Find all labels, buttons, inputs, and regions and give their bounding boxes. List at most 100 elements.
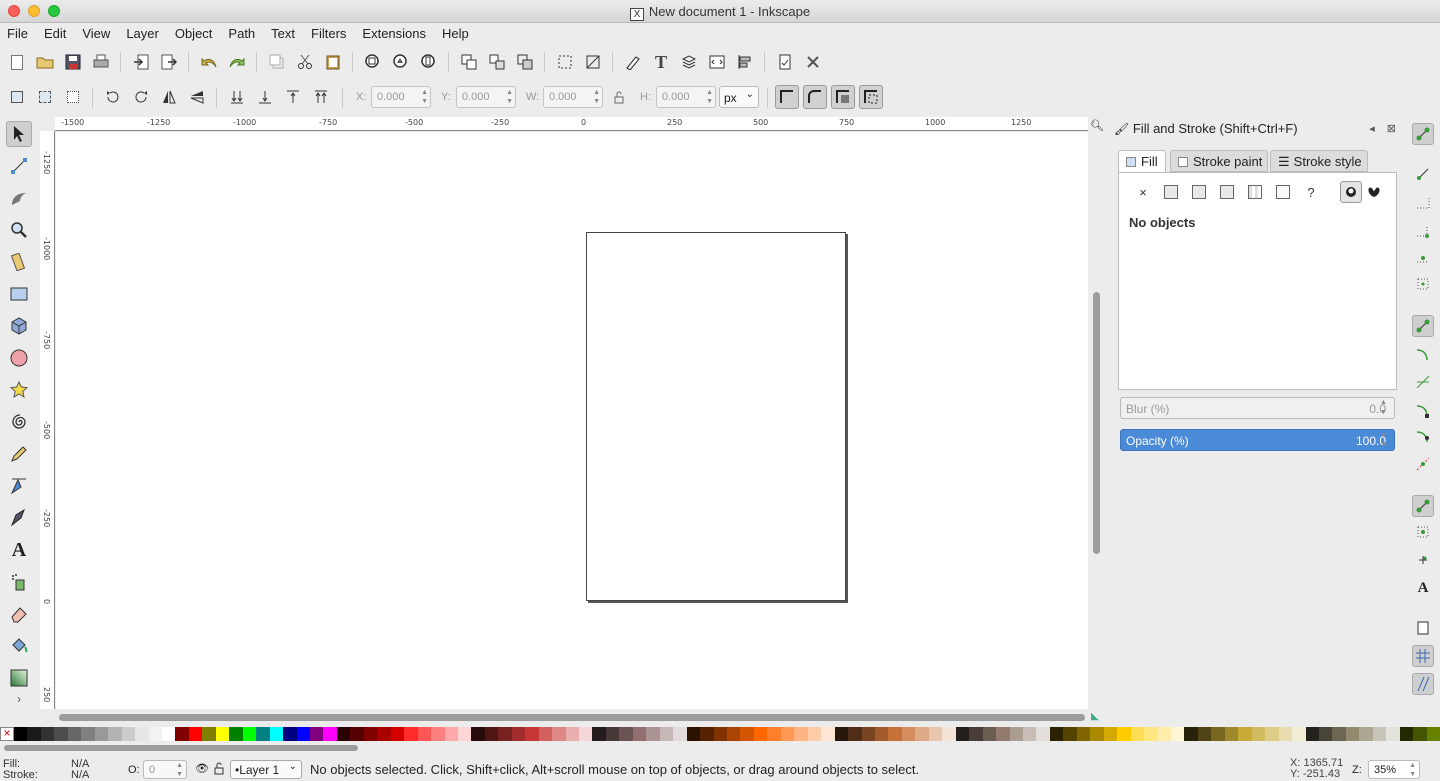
menu-edit[interactable]: Edit <box>36 23 74 41</box>
palette-swatch[interactable] <box>1224 727 1239 741</box>
snap-text-baseline-icon[interactable]: A <box>1412 577 1434 599</box>
palette-swatch[interactable] <box>1184 727 1198 741</box>
w-input[interactable]: 0.000 ▲ ▼ <box>543 86 603 108</box>
palette-swatch[interactable] <box>901 727 916 741</box>
palette-swatch[interactable] <box>350 727 364 741</box>
pencil-tool-icon[interactable] <box>6 441 32 467</box>
palette-swatch[interactable] <box>1345 727 1360 741</box>
palette-swatch[interactable] <box>269 727 284 741</box>
ellipse-tool-icon[interactable] <box>6 345 32 371</box>
palette-swatch[interactable] <box>767 727 781 741</box>
palette-swatch[interactable] <box>256 727 270 741</box>
palette-swatch[interactable] <box>525 727 539 741</box>
palette-swatch[interactable] <box>1130 727 1145 741</box>
palette-swatch[interactable] <box>175 727 189 741</box>
snap-object-centers-icon[interactable] <box>1412 521 1434 543</box>
palette-swatch[interactable] <box>431 727 445 741</box>
paste-icon[interactable] <box>322 51 344 73</box>
palette-swatch[interactable] <box>821 727 835 741</box>
pen-tool-icon[interactable] <box>6 473 32 499</box>
zoom-input[interactable]: 35% ▲ ▼ <box>1368 760 1420 779</box>
palette-swatch[interactable] <box>1332 727 1346 741</box>
palette-swatch[interactable] <box>188 727 203 741</box>
opacity-input[interactable]: 0 ▲ ▼ <box>143 760 187 779</box>
menu-file[interactable]: File <box>0 23 36 41</box>
palette-swatch[interactable] <box>1157 727 1171 741</box>
transform-gradients-toggle[interactable] <box>831 85 855 109</box>
palette-swatch[interactable] <box>471 727 485 741</box>
menu-extensions[interactable]: Extensions <box>354 23 434 41</box>
snap-nodes-icon[interactable] <box>1412 315 1434 337</box>
palette-swatch[interactable] <box>309 727 324 741</box>
zoom-corner-icon[interactable]: 🔍︎ <box>1090 119 1104 132</box>
menu-view[interactable]: View <box>74 23 118 41</box>
palette-swatch[interactable] <box>713 727 728 741</box>
raise-icon[interactable] <box>282 86 304 108</box>
palette-swatch[interactable] <box>511 727 526 741</box>
dock-close-icon[interactable]: ⊠ <box>1387 123 1396 135</box>
palette-swatch[interactable] <box>1103 727 1118 741</box>
palette-swatch[interactable] <box>1305 727 1319 741</box>
snap-paths-icon[interactable] <box>1412 343 1434 365</box>
palette-swatch[interactable] <box>632 727 647 741</box>
spray-tool-icon[interactable] <box>6 569 32 595</box>
palette-swatch[interactable] <box>565 727 580 741</box>
palette-swatch[interactable] <box>605 727 620 741</box>
palette-swatch[interactable] <box>780 727 795 741</box>
palette-swatch[interactable] <box>1197 727 1212 741</box>
palette-swatch[interactable] <box>323 727 337 741</box>
palette-swatch[interactable] <box>673 727 687 741</box>
snap-guides-icon[interactable] <box>1412 673 1434 695</box>
palette-swatch[interactable] <box>202 727 216 741</box>
palette-swatch[interactable] <box>727 727 741 741</box>
blur-slider[interactable]: Blur (%) 0.0 <box>1120 397 1395 419</box>
palette-swatch[interactable] <box>646 727 660 741</box>
redo-icon[interactable] <box>226 51 248 73</box>
eraser-tool-icon[interactable] <box>6 601 32 627</box>
h-input[interactable]: 0.000 ▲ ▼ <box>656 86 716 108</box>
y-input[interactable]: 0.000 ▲ ▼ <box>456 86 516 108</box>
palette-swatch[interactable] <box>969 727 983 741</box>
calligraphy-tool-icon[interactable] <box>6 505 32 531</box>
palette-swatch[interactable] <box>27 727 41 741</box>
scale-stroke-toggle[interactable] <box>775 85 799 109</box>
undo-icon[interactable] <box>198 51 220 73</box>
palette-swatch[interactable] <box>592 727 606 741</box>
palette-swatch[interactable] <box>336 727 351 741</box>
select-all-layers-icon[interactable] <box>34 86 56 108</box>
palette-swatch[interactable] <box>377 727 391 741</box>
menu-text[interactable]: Text <box>263 23 303 41</box>
palette-swatch[interactable] <box>955 727 970 741</box>
snap-others-icon[interactable] <box>1412 495 1434 517</box>
unit-select[interactable]: px ⌄ <box>719 86 759 108</box>
palette-swatch[interactable] <box>1144 727 1158 741</box>
palette-swatch[interactable] <box>928 727 943 741</box>
palette-swatch[interactable] <box>67 727 82 741</box>
zoom-tool-icon[interactable] <box>6 217 32 243</box>
save-icon[interactable] <box>62 51 84 73</box>
palette-swatch[interactable] <box>283 727 297 741</box>
palette-swatch[interactable] <box>700 727 714 741</box>
clone-icon[interactable] <box>514 51 536 73</box>
palette-swatch[interactable] <box>552 727 566 741</box>
layers-icon[interactable] <box>678 51 700 73</box>
xml-editor-icon[interactable] <box>706 51 728 73</box>
object-to-path-icon[interactable] <box>554 51 576 73</box>
radial-gradient-button[interactable] <box>1218 183 1236 201</box>
palette-swatch[interactable] <box>888 727 902 741</box>
3d-box-tool-icon[interactable] <box>6 313 32 339</box>
palette-swatch[interactable] <box>1211 727 1225 741</box>
palette-swatch[interactable] <box>94 727 109 741</box>
palette-swatch[interactable] <box>1076 727 1091 741</box>
rotate-cw-icon[interactable] <box>130 86 152 108</box>
lock-ratio-icon[interactable] <box>608 86 630 108</box>
layer-lock-icon[interactable] <box>214 762 224 778</box>
menu-object[interactable]: Object <box>167 23 221 41</box>
layer-visibility-icon[interactable]: 👁︎ <box>195 762 209 775</box>
node-tool-icon[interactable] <box>6 153 32 179</box>
document-properties-icon[interactable] <box>774 51 796 73</box>
palette-swatch[interactable] <box>915 727 929 741</box>
snap-toggle-icon[interactable] <box>1412 123 1434 145</box>
deselect-icon[interactable] <box>62 86 84 108</box>
fill-rule-nonzero-icon[interactable] <box>1365 183 1383 201</box>
